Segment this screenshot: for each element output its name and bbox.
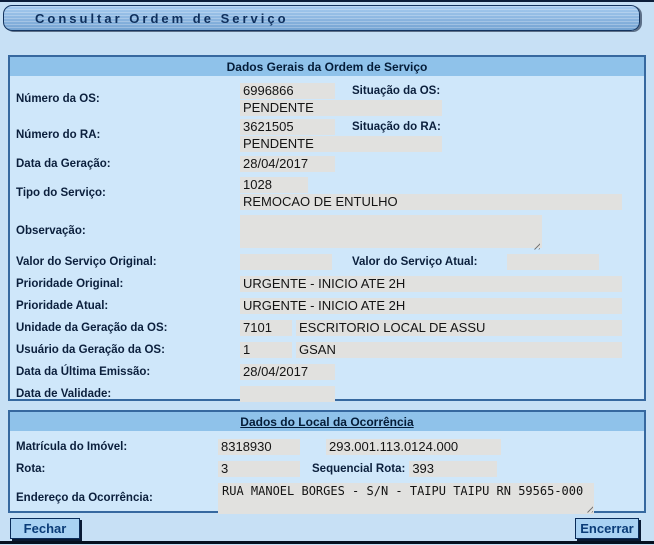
data-geracao-label: Data da Geração: (16, 158, 240, 170)
numero-os-value: 6996866 (240, 83, 335, 99)
page-bottom-border (0, 541, 654, 544)
matricula-value: 8318930 (218, 439, 300, 455)
situacao-os-label: Situação da OS: (352, 85, 440, 97)
situacao-ra-label: Situação do RA: (352, 121, 441, 133)
inscricao-value: 293.001.113.0124.000 (326, 439, 501, 455)
tipo-servico-description: REMOCAO DE ENTULHO (240, 194, 622, 210)
tipo-servico-code: 1028 (240, 177, 308, 193)
panel-dados-local: Dados do Local da Ocorrência Matrícula d… (8, 410, 646, 513)
data-validade-value (240, 386, 335, 402)
sequencial-rota-value: 393 (409, 461, 497, 477)
row-endereco: Endereço da Ocorrência: RUA MANOEL BORGE… (16, 480, 636, 516)
data-validade-label: Data de Validade: (16, 388, 240, 400)
encerrar-button[interactable]: Encerrar (575, 518, 639, 539)
panel-dados-gerais-header: Dados Gerais da Ordem de Serviço (10, 57, 644, 76)
matricula-label: Matrícula do Imóvel: (16, 441, 218, 453)
numero-ra-value: 3621505 (240, 119, 335, 135)
valor-atual-label: Valor do Serviço Atual: (352, 256, 477, 268)
unidade-geracao-description: ESCRITORIO LOCAL DE ASSU (296, 320, 622, 336)
row-unidade-geracao: Unidade da Geração da OS: 7101 ESCRITORI… (16, 317, 636, 339)
panel-dados-gerais-title: Dados Gerais da Ordem de Serviço (227, 60, 428, 74)
endereco-value: RUA MANOEL BORGES - S/N - TAIPU TAIPU RN… (222, 484, 583, 498)
row-numero-os: Número da OS: 6996866 Situação da OS: PE… (16, 81, 636, 117)
situacao-os-value: PENDENTE (240, 100, 442, 116)
usuario-geracao-description: GSAN (296, 342, 622, 358)
valor-original-value (240, 254, 332, 270)
tipo-servico-label: Tipo do Serviço: (16, 187, 240, 199)
sequencial-rota-label: Sequencial Rota: (312, 463, 405, 475)
row-numero-ra: Número do RA: 3621505 Situação do RA: PE… (16, 117, 636, 153)
endereco-textarea[interactable]: RUA MANOEL BORGES - S/N - TAIPU TAIPU RN… (218, 483, 594, 514)
row-usuario-geracao: Usuário da Geração da OS: 1 GSAN (16, 339, 636, 361)
row-valor-servico: Valor do Serviço Original: Valor do Serv… (16, 251, 636, 273)
usuario-geracao-code: 1 (240, 342, 292, 358)
page-top-border (0, 0, 654, 2)
fechar-button[interactable]: Fechar (10, 518, 80, 539)
prioridade-atual-label: Prioridade Atual: (16, 300, 240, 312)
panel-dados-local-header: Dados do Local da Ocorrência (10, 412, 644, 431)
row-prioridade-atual: Prioridade Atual: URGENTE - INICIO ATE 2… (16, 295, 636, 317)
unidade-geracao-code: 7101 (240, 320, 292, 336)
prioridade-original-value: URGENTE - INICIO ATE 2H (240, 276, 622, 292)
unidade-geracao-label: Unidade da Geração da OS: (16, 322, 240, 334)
usuario-geracao-label: Usuário da Geração da OS: (16, 344, 240, 356)
rota-value: 3 (218, 461, 300, 477)
row-prioridade-original: Prioridade Original: URGENTE - INICIO AT… (16, 273, 636, 295)
panel-dados-gerais: Dados Gerais da Ordem de Serviço Número … (8, 55, 646, 401)
data-ultima-emissao-label: Data da Última Emissão: (16, 366, 240, 378)
row-rota: Rota: 3 Sequencial Rota: 393 (16, 458, 636, 480)
row-data-geracao: Data da Geração: 28/04/2017 (16, 153, 636, 175)
endereco-resize-handle[interactable] (584, 504, 593, 513)
observacao-textarea[interactable] (240, 215, 542, 248)
valor-original-label: Valor do Serviço Original: (16, 256, 240, 268)
row-matricula: Matrícula do Imóvel: 8318930 293.001.113… (16, 436, 636, 458)
data-ultima-emissao-value: 28/04/2017 (240, 364, 335, 380)
page-title: Consultar Ordem de Serviço (35, 11, 289, 26)
endereco-label: Endereço da Ocorrência: (16, 492, 218, 504)
valor-atual-value (507, 254, 599, 270)
panel-dados-local-title: Dados do Local da Ocorrência (240, 415, 413, 429)
data-geracao-value: 28/04/2017 (240, 156, 335, 172)
rota-label: Rota: (16, 463, 218, 475)
prioridade-atual-value: URGENTE - INICIO ATE 2H (240, 298, 622, 314)
observacao-label: Observação: (16, 225, 240, 237)
prioridade-original-label: Prioridade Original: (16, 278, 240, 290)
row-observacao: Observação: (16, 211, 636, 251)
row-data-validade: Data de Validade: (16, 383, 636, 405)
numero-ra-label: Número do RA: (16, 129, 240, 141)
row-data-ultima-emissao: Data da Última Emissão: 28/04/2017 (16, 361, 636, 383)
page-title-bar: Consultar Ordem de Serviço (3, 5, 640, 31)
row-tipo-servico: Tipo do Serviço: 1028 REMOCAO DE ENTULHO (16, 175, 636, 211)
situacao-ra-value: PENDENTE (240, 136, 442, 152)
numero-os-label: Número da OS: (16, 93, 240, 105)
